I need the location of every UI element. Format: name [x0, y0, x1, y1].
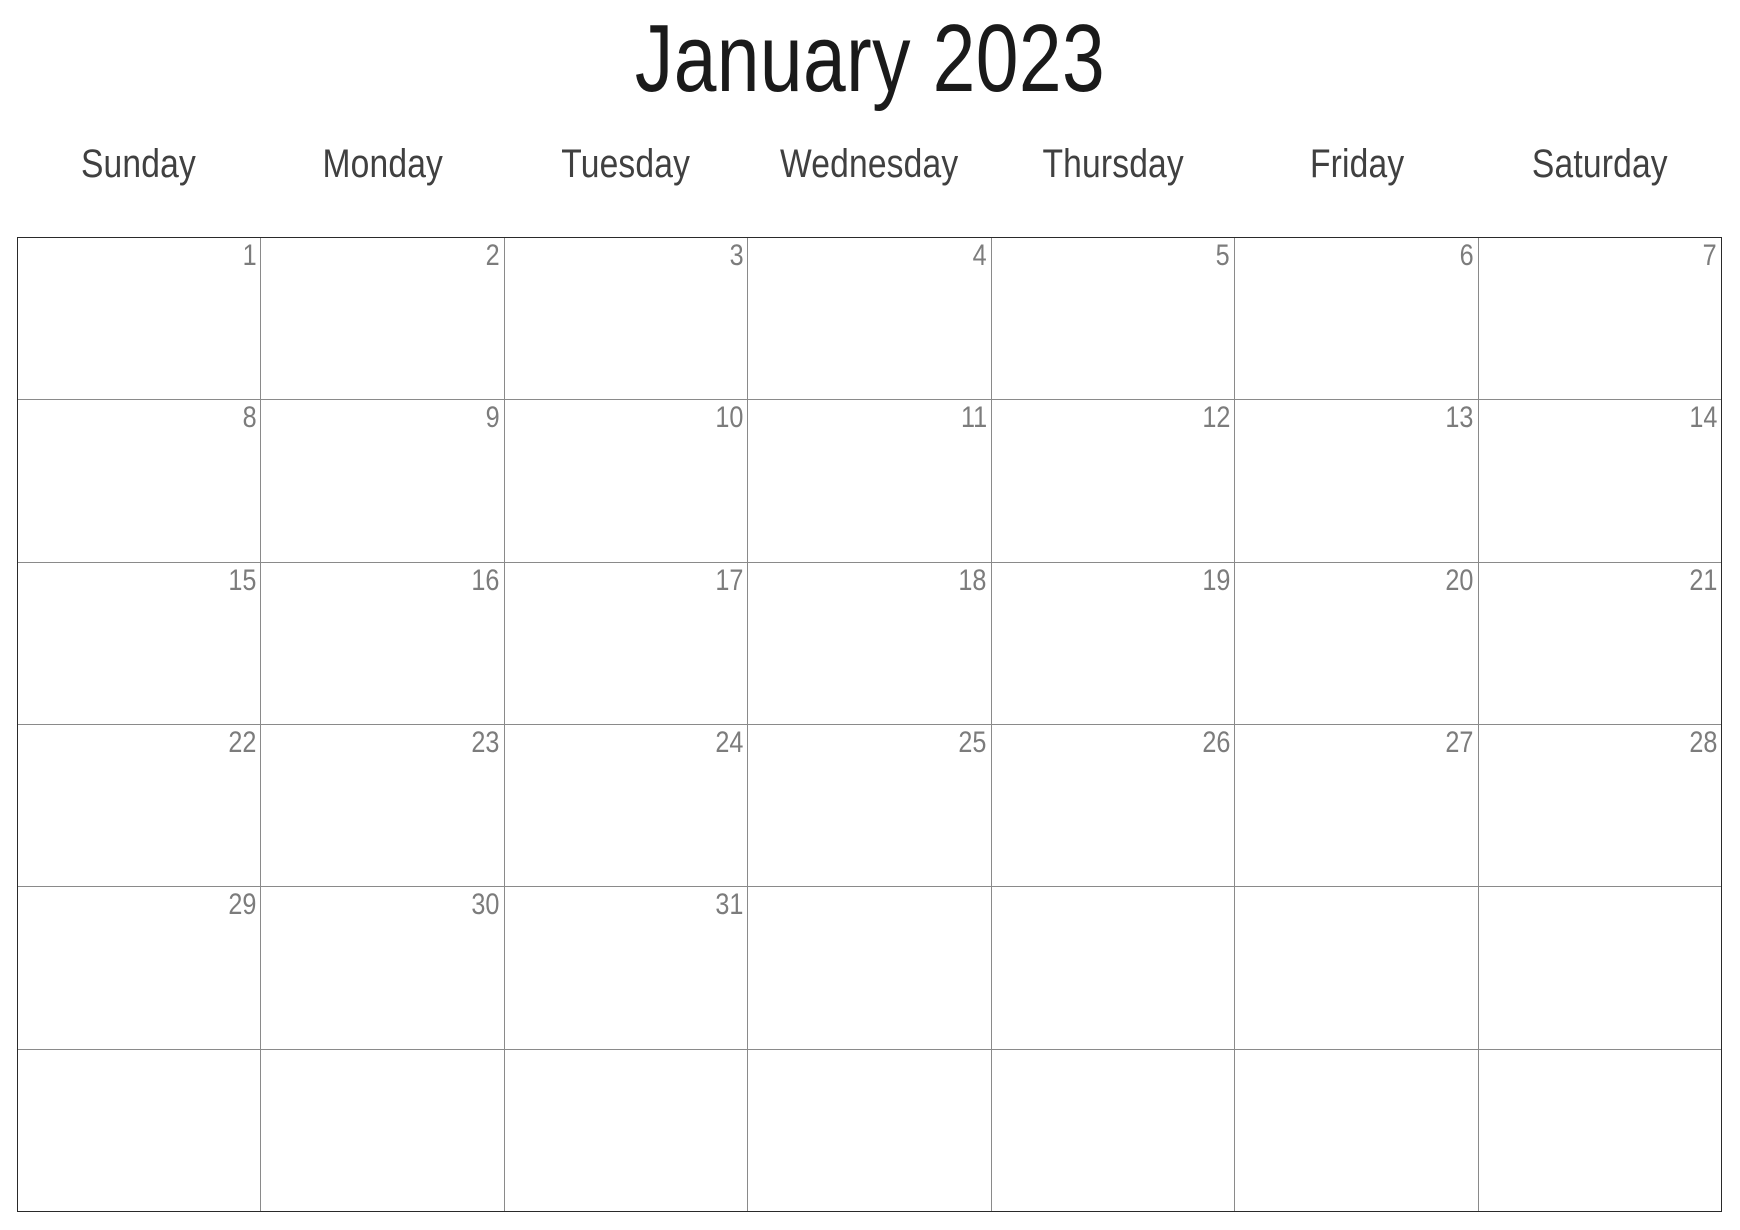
day-cell-26[interactable]: 26 — [992, 724, 1236, 887]
weekday-header-sunday: Sunday — [17, 124, 261, 186]
calendar-week-row — [18, 1049, 1721, 1211]
day-cell-17[interactable]: 17 — [505, 562, 749, 724]
calendar-week-row: 29 30 31 — [18, 887, 1721, 1050]
weekday-header-row: Sunday Monday Tuesday Wednesday Thursday Frid… — [17, 124, 1722, 186]
weekday-label: Sunday — [81, 142, 197, 186]
day-cell-14[interactable]: 14 — [1479, 400, 1721, 561]
weekday-label: Monday — [322, 142, 443, 186]
day-cell-25[interactable]: 25 — [748, 724, 992, 887]
day-cell-empty[interactable] — [1235, 887, 1479, 1049]
calendar-week-row: 8 9 10 11 12 13 14 — [18, 400, 1721, 563]
day-cell-empty[interactable] — [1479, 1050, 1721, 1211]
day-number: 28 — [1688, 725, 1717, 759]
day-number: 10 — [715, 401, 744, 435]
weekday-label: Thursday — [1042, 142, 1184, 186]
weekday-header-saturday: Saturday — [1478, 124, 1722, 186]
day-number: 5 — [1216, 239, 1231, 272]
page-title: January 2023 — [634, 5, 1106, 112]
day-number: 22 — [228, 725, 257, 759]
day-number: 8 — [242, 401, 257, 435]
day-number: 7 — [1702, 239, 1717, 272]
day-cell-5[interactable]: 5 — [992, 238, 1236, 400]
day-cell-empty[interactable] — [261, 1049, 505, 1211]
weekday-header-friday: Friday — [1235, 124, 1479, 186]
day-number: 23 — [471, 725, 500, 759]
day-cell-8[interactable]: 8 — [18, 400, 262, 562]
day-cell-4[interactable]: 4 — [748, 238, 992, 400]
day-number: 3 — [729, 239, 744, 272]
day-number: 31 — [715, 888, 744, 922]
day-cell-empty[interactable] — [748, 1049, 992, 1211]
day-number: 12 — [1202, 401, 1231, 435]
calendar-week-row: 22 23 24 25 26 27 28 — [18, 724, 1721, 888]
day-number: 17 — [715, 563, 744, 597]
weekday-label: Saturday — [1532, 142, 1669, 186]
day-cell-6[interactable]: 6 — [1235, 238, 1479, 400]
day-number: 14 — [1688, 401, 1717, 435]
weekday-header-thursday: Thursday — [991, 124, 1235, 186]
day-number: 9 — [485, 401, 500, 435]
day-number: 15 — [228, 563, 257, 597]
weekday-header-tuesday: Tuesday — [504, 124, 748, 186]
day-cell-empty[interactable] — [18, 1049, 262, 1211]
day-number: 20 — [1445, 563, 1474, 597]
day-cell-27[interactable]: 27 — [1235, 724, 1479, 887]
day-cell-22[interactable]: 22 — [18, 724, 262, 887]
day-number: 29 — [228, 888, 257, 922]
day-number: 30 — [471, 888, 500, 922]
day-number: 25 — [958, 725, 987, 759]
day-number: 16 — [471, 563, 500, 597]
day-cell-empty[interactable] — [748, 887, 992, 1049]
calendar-week-row: 15 16 17 18 19 20 21 — [18, 562, 1721, 725]
day-cell-20[interactable]: 20 — [1235, 562, 1479, 724]
day-cell-1[interactable]: 1 — [18, 238, 262, 400]
day-cell-12[interactable]: 12 — [992, 400, 1236, 562]
day-cell-9[interactable]: 9 — [261, 400, 505, 562]
day-number: 2 — [485, 239, 500, 272]
calendar-page: January 2023 Sunday Monday Tuesday Wednesda… — [0, 0, 1740, 1230]
day-cell-empty[interactable] — [1479, 887, 1721, 1048]
day-cell-31[interactable]: 31 — [505, 887, 749, 1049]
day-number: 21 — [1688, 563, 1717, 597]
day-number: 1 — [242, 239, 257, 272]
day-cell-13[interactable]: 13 — [1235, 400, 1479, 562]
day-cell-10[interactable]: 10 — [505, 400, 749, 562]
weekday-header-monday: Monday — [261, 124, 505, 186]
day-cell-3[interactable]: 3 — [505, 238, 749, 400]
day-cell-19[interactable]: 19 — [992, 562, 1236, 724]
day-number: 24 — [715, 725, 744, 759]
day-cell-24[interactable]: 24 — [505, 724, 749, 887]
day-number: 19 — [1202, 563, 1231, 597]
day-cell-28[interactable]: 28 — [1479, 725, 1721, 886]
weekday-header-wednesday: Wednesday — [748, 124, 992, 186]
day-cell-empty[interactable] — [505, 1049, 749, 1211]
day-number: 4 — [972, 239, 987, 272]
day-cell-2[interactable]: 2 — [261, 238, 505, 400]
day-cell-11[interactable]: 11 — [748, 400, 992, 562]
day-number: 11 — [960, 401, 987, 435]
day-cell-21[interactable]: 21 — [1479, 563, 1721, 724]
weekday-label: Tuesday — [561, 142, 691, 186]
day-cell-16[interactable]: 16 — [261, 562, 505, 724]
day-number: 13 — [1445, 401, 1474, 435]
weekday-label: Friday — [1309, 142, 1404, 186]
day-cell-30[interactable]: 30 — [261, 887, 505, 1049]
calendar-grid: 1 2 3 4 5 6 7 8 9 10 11 12 13 14 15 16 17 18 19 20 21 22 23 24 2… — [17, 237, 1722, 1212]
day-cell-empty[interactable] — [992, 1049, 1236, 1211]
day-cell-7[interactable]: 7 — [1479, 238, 1721, 399]
day-number: 18 — [958, 563, 987, 597]
weekday-label: Wednesday — [780, 142, 959, 186]
day-cell-empty[interactable] — [1235, 1049, 1479, 1211]
day-cell-18[interactable]: 18 — [748, 562, 992, 724]
day-number: 26 — [1202, 725, 1231, 759]
day-cell-23[interactable]: 23 — [261, 724, 505, 887]
calendar-week-row: 1 2 3 4 5 6 7 — [18, 238, 1721, 401]
day-cell-empty[interactable] — [992, 887, 1236, 1049]
day-number: 27 — [1445, 725, 1474, 759]
day-cell-15[interactable]: 15 — [18, 562, 262, 724]
day-cell-29[interactable]: 29 — [18, 887, 262, 1049]
day-number: 6 — [1459, 239, 1474, 272]
